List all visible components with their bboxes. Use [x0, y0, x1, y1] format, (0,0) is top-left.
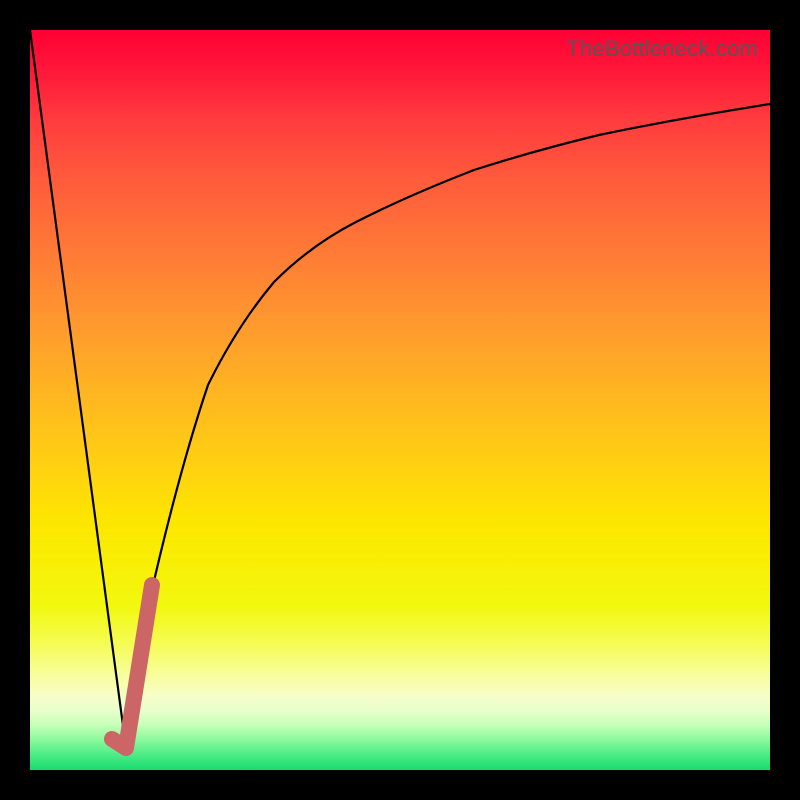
plot-area: TheBottleneck.com	[30, 30, 770, 770]
watermark-text: TheBottleneck.com	[566, 36, 758, 62]
curve-right	[126, 104, 770, 748]
chart-frame: TheBottleneck.com	[0, 0, 800, 800]
marker-hook	[112, 585, 152, 748]
curves-svg	[30, 30, 770, 770]
curve-left	[30, 30, 126, 748]
